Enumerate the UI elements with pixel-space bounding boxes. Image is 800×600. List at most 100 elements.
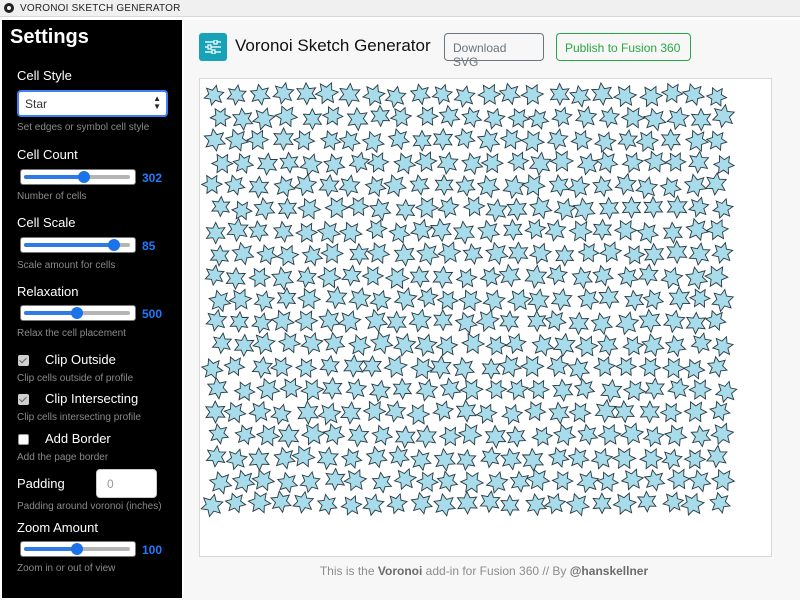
footer-author-link[interactable]: @hanskellner [570,564,648,578]
voronoi-star-cell [577,423,599,446]
voronoi-star-cell [461,332,486,355]
voronoi-star-cell [684,129,710,153]
voronoi-star-cell [317,402,342,426]
voronoi-star-cell [660,82,684,104]
voronoi-star-cell [200,357,224,380]
cell-style-select[interactable]: Star ▲ ▼ [17,90,168,117]
voronoi-star-cell [498,354,523,378]
voronoi-star-cell [438,426,462,447]
voronoi-star-cell [318,173,340,198]
voronoi-star-cell [527,288,550,313]
voronoi-star-cell [233,333,255,358]
window-title: VORONOI SKETCH GENERATOR [20,2,181,14]
relaxation-slider[interactable] [20,305,136,321]
voronoi-star-cell [321,105,344,126]
voronoi-star-cell [659,176,682,199]
voronoi-star-cell [279,151,300,174]
voronoi-star-cell [234,424,257,446]
voronoi-star-cell [550,287,573,312]
voronoi-star-cell [690,107,712,132]
voronoi-star-cell [592,356,616,378]
voronoi-star-cell [435,335,459,357]
relaxation-label: Relaxation [17,284,79,299]
voronoi-star-cell [320,242,345,264]
voronoi-star-cell [250,312,273,334]
sliders-logo-icon [199,33,227,61]
voronoi-star-cell [248,267,272,288]
voronoi-star-cell [619,422,645,446]
zoom-slider[interactable] [20,541,136,557]
voronoi-star-cell [296,266,318,289]
voronoi-star-cell [200,493,224,518]
voronoi-star-cell [437,196,460,219]
voronoi-star-cell [255,377,281,402]
voronoi-star-cell [528,242,553,265]
voronoi-star-cell [362,354,383,378]
add-border-checkbox[interactable] [18,434,29,445]
voronoi-star-cell [293,173,318,197]
voronoi-star-cell [203,84,225,107]
clip-intersecting-checkbox[interactable] [18,394,29,405]
app-title: Voronoi Sketch Generator [235,36,431,55]
voronoi-star-cell [228,288,253,311]
voronoi-star-cell [666,106,690,131]
voronoi-star-cell [270,403,292,426]
padding-input[interactable]: 0 [96,469,157,498]
download-svg-button[interactable]: Download SVG [444,33,544,69]
voronoi-star-cell [613,219,638,241]
slider-thumb[interactable] [108,239,121,251]
voronoi-star-cell [247,491,272,514]
voronoi-star-cell [552,378,574,403]
voronoi-star-cell [383,174,408,198]
voronoi-star-cell [682,358,706,380]
voronoi-star-cell [433,308,453,332]
voronoi-star-cell [553,197,577,221]
voronoi-star-cell [498,82,522,106]
cell-scale-slider[interactable] [20,237,136,253]
cell-count-slider[interactable] [20,169,136,185]
voronoi-star-cell [622,379,647,402]
voronoi-star-cell [393,242,416,267]
voronoi-star-cell [410,448,432,472]
voronoi-star-cell [456,448,477,472]
voronoi-star-cell [226,83,247,107]
voronoi-star-cell [504,332,527,355]
voronoi-star-cell [276,471,299,494]
voronoi-star-cell [482,289,506,313]
voronoi-star-cell [636,221,660,244]
voronoi-star-cell [531,333,555,357]
voronoi-star-cell [549,82,571,107]
voronoi-star-cell [688,379,713,401]
voronoi-star-cell [340,495,363,516]
voronoi-star-cell [433,492,457,517]
voronoi-star-cell [292,490,315,514]
voronoi-star-cell [704,309,727,332]
clip-outside-checkbox[interactable] [18,355,29,366]
voronoi-star-cell [576,152,600,176]
voronoi-star-cell [432,265,454,290]
voronoi-star-cell [597,334,619,357]
slider-thumb[interactable] [71,307,83,319]
voronoi-star-cell [277,423,300,449]
slider-thumb[interactable] [71,543,83,555]
voronoi-star-cell [200,174,224,195]
voronoi-canvas[interactable] [199,78,772,557]
voronoi-star-cell [590,447,614,470]
publish-fusion-button[interactable]: Publish to Fusion 360 [556,33,691,61]
voronoi-star-cell [324,196,350,219]
voronoi-star-cell [429,217,453,243]
voronoi-star-cell [416,242,440,266]
voronoi-star-cell [612,492,638,516]
voronoi-star-cell [592,218,613,241]
voronoi-star-cell [316,220,342,244]
voronoi-star-cell [229,310,250,333]
voronoi-star-cell [299,153,323,177]
voronoi-star-cell [253,196,276,221]
voronoi-star-cell [568,220,593,243]
voronoi-star-cell [340,448,363,469]
voronoi-star-cell [642,289,665,311]
voronoi-star-cell [483,107,506,130]
voronoi-star-cell [596,471,620,493]
voronoi-star-cell [452,356,476,381]
voronoi-star-cell [337,310,362,334]
